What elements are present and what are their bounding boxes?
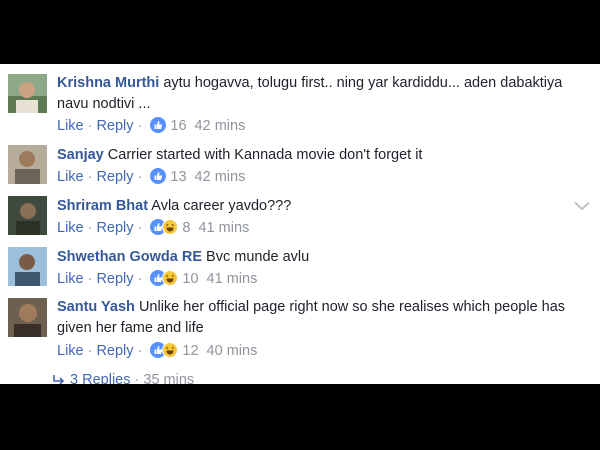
avatar[interactable]: [8, 298, 47, 337]
reply-link[interactable]: Reply: [96, 271, 133, 287]
comment-author[interactable]: Santu Yash: [57, 299, 135, 315]
reaction-count[interactable]: 13: [170, 169, 186, 185]
timestamp[interactable]: 41 mins: [207, 271, 258, 287]
timestamp[interactable]: 42 mins: [195, 169, 246, 185]
comment-actions: Like · Reply · 16 42 mins: [57, 117, 246, 134]
comment-author[interactable]: Sanjay: [57, 147, 104, 163]
comment-actions: Like · Reply · 12 40 mins: [57, 342, 258, 359]
comment-actions: Like · Reply · 13 42 mins: [57, 168, 246, 185]
like-link[interactable]: Like: [57, 220, 84, 236]
reaction-count[interactable]: 16: [170, 118, 186, 134]
like-link[interactable]: Like: [57, 343, 84, 359]
avatar[interactable]: [8, 247, 47, 286]
avatar[interactable]: [8, 145, 47, 184]
reaction-count[interactable]: 12: [182, 343, 198, 359]
avatar[interactable]: [8, 196, 47, 235]
comment-text: Bvc munde avlu: [206, 249, 310, 265]
reply-link[interactable]: Reply: [96, 118, 133, 134]
view-replies: 3 Replies · 35 mins: [52, 372, 194, 384]
like-icon[interactable]: [150, 168, 167, 185]
like-link[interactable]: Like: [57, 271, 84, 287]
replies-link[interactable]: 3 Replies: [70, 372, 130, 384]
reaction-count[interactable]: 10: [182, 271, 198, 287]
avatar[interactable]: [8, 74, 47, 113]
comment-author[interactable]: Krishna Murthi: [57, 75, 159, 91]
haha-icon[interactable]: [162, 270, 179, 287]
reply-arrow-icon: [52, 372, 66, 384]
timestamp[interactable]: 40 mins: [207, 343, 258, 359]
timestamp[interactable]: 42 mins: [195, 118, 246, 134]
comment-text: Avla career yavdo???: [151, 198, 292, 214]
reply-link[interactable]: Reply: [96, 220, 133, 236]
chevron-down-icon[interactable]: [574, 198, 590, 216]
comment-text: Carrier started with Kannada movie don't…: [107, 147, 423, 163]
timestamp[interactable]: 41 mins: [198, 220, 249, 236]
like-link[interactable]: Like: [57, 118, 84, 134]
haha-icon[interactable]: [162, 219, 179, 236]
comment-author[interactable]: Shriram Bhat: [57, 198, 148, 214]
reply-link[interactable]: Reply: [96, 169, 133, 185]
reply-link[interactable]: Reply: [96, 343, 133, 359]
timestamp[interactable]: 35 mins: [143, 372, 194, 384]
reaction-count[interactable]: 8: [182, 220, 190, 236]
comments-panel: Krishna Murthi aytu hogavva, tolugu firs…: [0, 64, 600, 384]
haha-icon[interactable]: [162, 342, 179, 359]
comment-author[interactable]: Shwethan Gowda RE: [57, 249, 202, 265]
like-link[interactable]: Like: [57, 169, 84, 185]
like-icon[interactable]: [150, 117, 167, 134]
comment-actions: Like · Reply · 8 41 mins: [57, 219, 250, 236]
comment-actions: Like · Reply · 10 41 mins: [57, 270, 258, 287]
